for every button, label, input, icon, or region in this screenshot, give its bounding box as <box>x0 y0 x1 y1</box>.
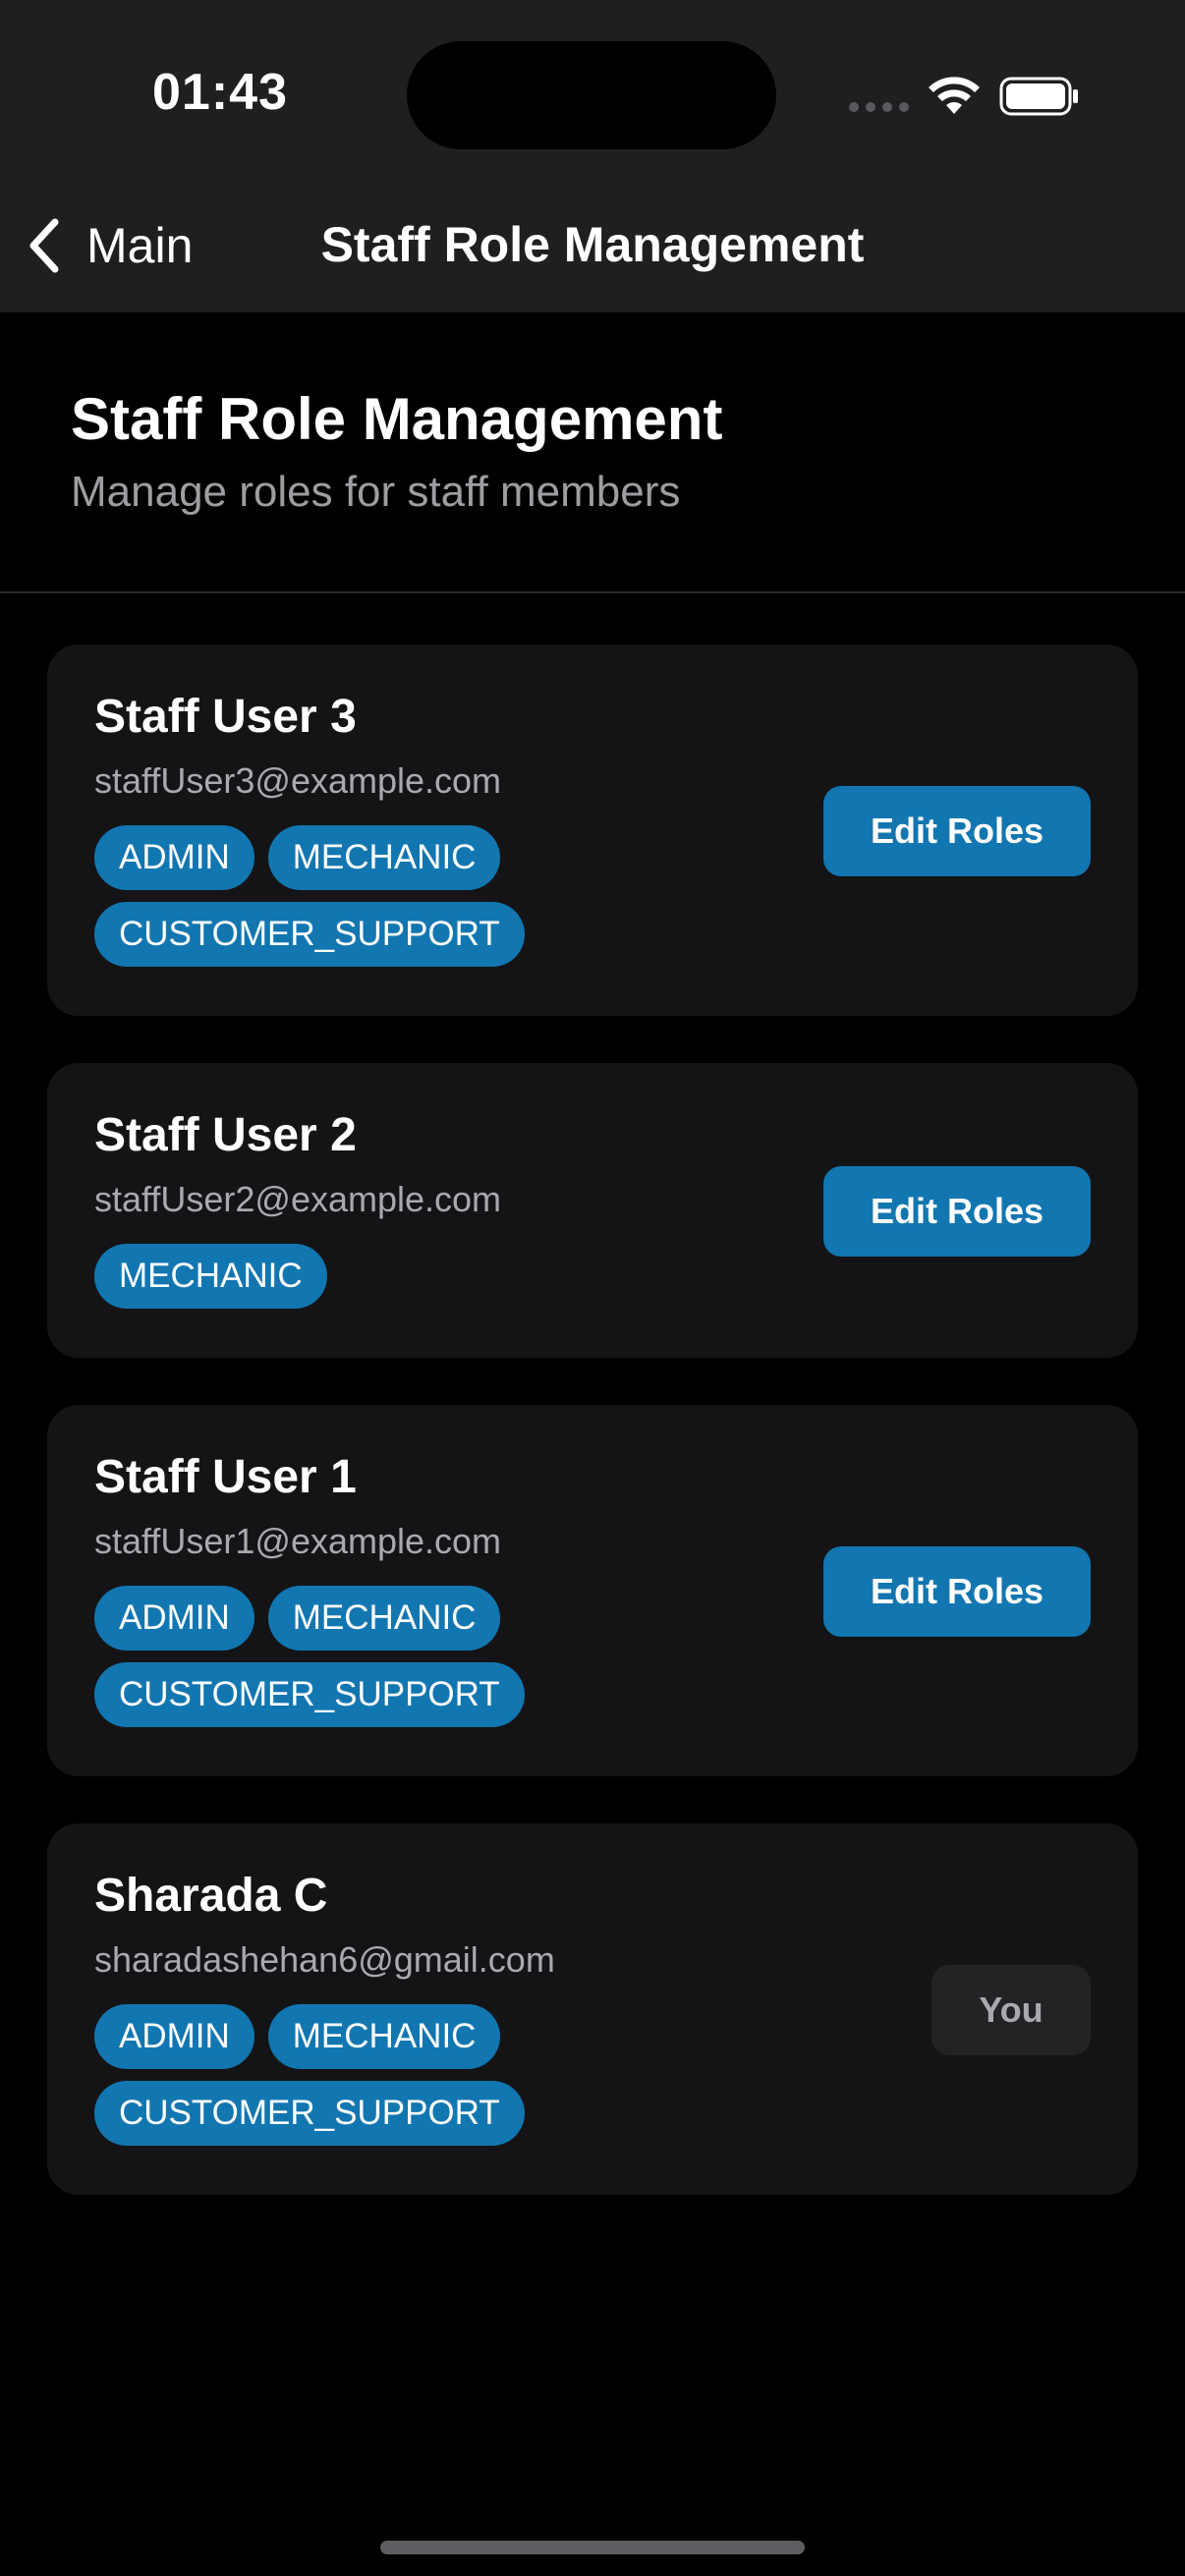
role-list: MECHANIC <box>94 1244 841 1309</box>
battery-icon <box>999 77 1078 116</box>
staff-email: staffUser1@example.com <box>94 1521 502 1561</box>
staff-email: sharadashehan6@gmail.com <box>94 1939 555 1980</box>
status-time: 01:43 <box>152 64 288 121</box>
role-chip: MECHANIC <box>267 1586 501 1651</box>
page-title: Staff Role Management <box>71 386 723 452</box>
role-chip: ADMIN <box>94 1586 254 1651</box>
staff-email: staffUser3@example.com <box>94 760 502 801</box>
role-chip: MECHANIC <box>94 1244 327 1309</box>
wifi-icon <box>929 77 980 114</box>
navigation-bar: 01:43 Main Staff Role Management <box>0 0 1185 312</box>
edit-roles-button[interactable]: Edit Roles <box>823 786 1091 876</box>
edit-roles-button[interactable]: Edit Roles <box>823 1166 1091 1257</box>
role-list: ADMIN MECHANIC CUSTOMER_SUPPORT <box>94 1586 841 1727</box>
role-chip: ADMIN <box>94 825 254 890</box>
role-chip: MECHANIC <box>267 2004 501 2069</box>
role-chip: CUSTOMER_SUPPORT <box>94 2081 525 2146</box>
staff-card: Staff User 1 staffUser1@example.com ADMI… <box>47 1405 1138 1776</box>
page-header: Staff Role Management Manage roles for s… <box>0 312 1185 593</box>
staff-card-current-user: Sharada C sharadashehan6@gmail.com ADMIN… <box>47 1823 1138 2195</box>
staff-name: Sharada C <box>94 1870 328 1922</box>
staff-email: staffUser2@example.com <box>94 1179 502 1219</box>
nav-title: Staff Role Management <box>320 217 865 272</box>
role-chip: MECHANIC <box>267 825 501 890</box>
edit-roles-button[interactable]: Edit Roles <box>823 1546 1091 1637</box>
role-chip: CUSTOMER_SUPPORT <box>94 1662 525 1727</box>
staff-card: Staff User 3 staffUser3@example.com ADMI… <box>47 644 1138 1016</box>
dynamic-island <box>407 41 776 149</box>
staff-name: Staff User 3 <box>94 691 357 743</box>
role-list: ADMIN MECHANIC CUSTOMER_SUPPORT <box>94 825 841 967</box>
role-chip: CUSTOMER_SUPPORT <box>94 902 525 967</box>
home-indicator[interactable] <box>380 2541 805 2554</box>
staff-name: Staff User 2 <box>94 1109 357 1161</box>
page-subtitle: Manage roles for staff members <box>71 468 681 516</box>
staff-card: Staff User 2 staffUser2@example.com MECH… <box>47 1063 1138 1358</box>
role-chip: ADMIN <box>94 2004 254 2069</box>
role-list: ADMIN MECHANIC CUSTOMER_SUPPORT <box>94 2004 841 2146</box>
you-badge: You <box>931 1965 1091 2055</box>
staff-name: Staff User 1 <box>94 1451 357 1503</box>
cellular-signal-icon <box>849 102 909 112</box>
